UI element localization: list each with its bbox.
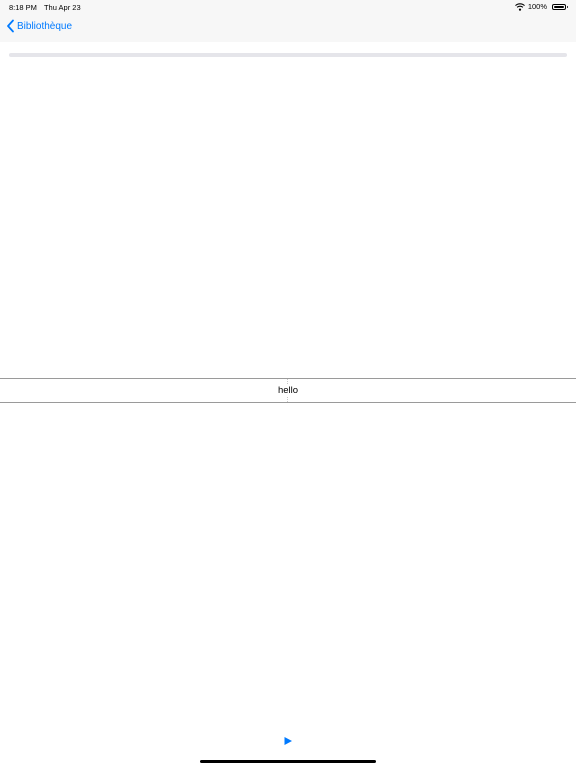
play-button[interactable] [281, 735, 295, 749]
battery-percent: 100% [527, 2, 547, 11]
play-icon [283, 733, 293, 751]
wifi-icon [514, 2, 525, 11]
reader-screen: 8:18 PM Thu Apr 23 100% Bibliothèque hel… [0, 0, 576, 768]
status-date: Thu Apr 23 [43, 3, 81, 12]
back-button[interactable]: Bibliothèque [6, 19, 72, 33]
home-indicator[interactable] [200, 760, 376, 763]
status-left: 8:18 PM Thu Apr 23 [9, 3, 81, 12]
top-bar: 8:18 PM Thu Apr 23 100% Bibliothèque [0, 0, 576, 42]
battery-icon [552, 3, 568, 10]
status-right: 100% [514, 2, 568, 11]
word-display: hello [0, 378, 576, 403]
chevron-left-icon [6, 19, 15, 33]
word-text-container: hello [0, 379, 576, 402]
navigation-bar: Bibliothèque [0, 14, 576, 42]
progress-bar[interactable] [9, 53, 567, 57]
current-word: hello [276, 385, 300, 396]
status-bar: 8:18 PM Thu Apr 23 100% [0, 0, 576, 14]
status-time: 8:18 PM [9, 3, 37, 12]
battery-fill [554, 5, 564, 8]
back-button-label: Bibliothèque [17, 20, 73, 32]
